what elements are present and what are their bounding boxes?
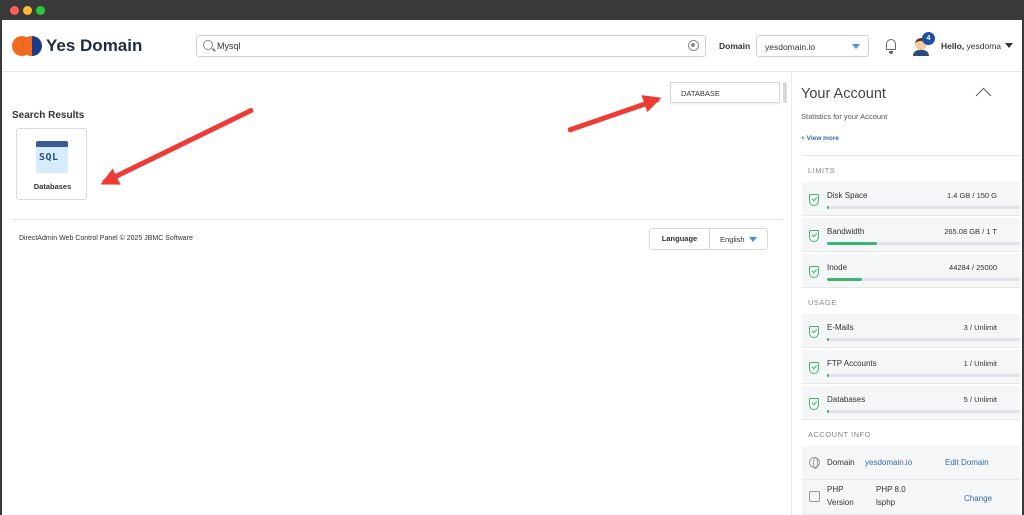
account-info-domain: Domain yesdomain.io Edit Domain	[802, 446, 1020, 480]
usage-databases: Databases 5 / Unlimit	[802, 386, 1020, 420]
info-key: Domain	[827, 458, 855, 467]
usage-bar-fill	[827, 410, 829, 413]
suggestion-scrollbar[interactable]	[783, 82, 787, 103]
usage-bar-fill	[827, 242, 878, 245]
result-tile-label: Databases	[33, 182, 72, 191]
domain-label: Domain	[719, 41, 751, 51]
stat-value: 1.4 GB / 150 G	[946, 191, 997, 200]
language-selector[interactable]: Language English	[649, 228, 768, 250]
window-titlebar	[0, 0, 1024, 20]
usage-bar	[827, 206, 1020, 209]
shield-check-icon	[809, 194, 819, 206]
stat-name: Disk Space	[827, 191, 868, 200]
usage-section-title: USAGE	[808, 298, 837, 307]
usage-bar	[827, 242, 1020, 245]
usage-bar-fill	[827, 374, 829, 377]
section-divider	[802, 155, 1020, 156]
search-results-title: Search Results	[12, 110, 85, 121]
account-panel: Your Account Statistics for your Account…	[791, 72, 1020, 515]
search-suggestion-item[interactable]: DATABASE	[670, 82, 780, 103]
usage-bar-fill	[827, 278, 862, 281]
usage-bar	[827, 338, 1020, 341]
search-settings-icon[interactable]	[688, 40, 699, 51]
limit-inode: Inode 44284 / 25000	[802, 254, 1020, 288]
php-handler-value: lsphp	[876, 498, 896, 507]
search-icon	[203, 40, 213, 50]
top-header: Yes Domain Domain yesdomain.io 4 Hello, …	[2, 20, 1022, 72]
shield-check-icon	[809, 362, 819, 374]
stat-name: Databases	[827, 395, 866, 404]
username-text: yesdomai	[966, 41, 1001, 51]
account-subtitle: Statistics for your Account	[801, 112, 888, 121]
footer-copyright: DirectAdmin Web Control Panel © 2025 JBM…	[19, 235, 193, 242]
search-input[interactable]	[217, 38, 677, 54]
maximize-window-icon[interactable]	[36, 6, 45, 15]
chevron-up-icon[interactable]	[975, 87, 992, 104]
suggestion-label: DATABASE	[681, 89, 720, 98]
stat-value: 5 / Unlimit	[963, 395, 997, 404]
notification-count-badge: 4	[922, 32, 935, 45]
sql-database-icon: SQL	[36, 141, 68, 173]
limit-disk-space: Disk Space 1.4 GB / 150 G	[802, 182, 1020, 216]
usage-emails: E-Mails 3 / Unlimit	[802, 314, 1020, 348]
annotation-arrow-to-databases	[96, 107, 255, 193]
brand-name[interactable]: Yes Domain	[46, 36, 142, 56]
greeting-text: Hello,	[941, 41, 965, 51]
account-title: Your Account	[801, 86, 886, 102]
stat-name: E-Mails	[827, 323, 854, 332]
sql-icon-text: SQL	[39, 152, 59, 163]
change-php-link[interactable]: Change	[964, 494, 992, 503]
language-value: English	[720, 235, 745, 244]
domain-link[interactable]: yesdomain.io	[865, 458, 912, 467]
shield-check-icon	[809, 266, 819, 278]
user-greeting[interactable]: Hello, yesdomai	[941, 41, 1001, 51]
annotation-arrow-to-suggestion	[567, 89, 665, 133]
stat-name: Bandwidth	[827, 227, 865, 236]
edit-domain-link[interactable]: Edit Domain	[945, 458, 989, 467]
account-info-php: PHP Version PHP 8.0 lsphp Change	[802, 480, 1020, 515]
window-frame-left	[0, 20, 2, 515]
domain-select[interactable]: yesdomain.io	[756, 35, 869, 57]
view-more-link[interactable]: + View more	[801, 135, 839, 142]
stat-name: FTP Accounts	[827, 359, 877, 368]
shield-check-icon	[809, 398, 819, 410]
php-version-value: PHP 8.0	[876, 485, 906, 494]
info-key: Version	[827, 498, 854, 507]
usage-ftp-accounts: FTP Accounts 1 / Unlimit	[802, 350, 1020, 384]
close-window-icon[interactable]	[10, 6, 19, 15]
globe-icon	[809, 457, 820, 469]
stat-name: Inode	[827, 263, 848, 272]
domain-select-value: yesdomain.io	[765, 42, 816, 52]
shield-check-icon	[809, 326, 819, 338]
account-info-section-title: ACCOUNT INFO	[808, 430, 871, 439]
search-box[interactable]	[196, 35, 706, 57]
usage-bar-fill	[827, 338, 829, 341]
minimize-window-icon[interactable]	[23, 6, 32, 15]
stat-value: 44284 / 25000	[949, 263, 997, 272]
limit-bandwidth: Bandwidth 265.08 GB / 1 T	[802, 218, 1020, 252]
stat-value: 1 / Unlimit	[963, 359, 997, 368]
shield-check-icon	[809, 230, 819, 242]
stat-value: 265.08 GB / 1 T	[944, 227, 997, 236]
php-icon	[809, 491, 820, 502]
chevron-down-icon	[749, 237, 757, 242]
usage-bar	[827, 374, 1020, 377]
user-menu-caret-icon[interactable]	[1005, 43, 1013, 48]
chevron-down-icon	[852, 44, 860, 49]
footer-divider	[12, 219, 783, 220]
usage-bar	[827, 410, 1020, 413]
result-tile-databases[interactable]: SQL Databases	[16, 128, 87, 200]
language-label: Language	[650, 229, 710, 249]
limits-section-title: LIMITS	[808, 166, 836, 175]
stat-value: 3 / Unlimit	[963, 323, 997, 332]
notifications-bell-icon[interactable]	[882, 37, 900, 55]
usage-bar-fill	[827, 206, 829, 209]
usage-bar	[827, 278, 1020, 281]
info-key: PHP	[827, 485, 844, 494]
brand-logo-icon[interactable]	[12, 36, 42, 56]
